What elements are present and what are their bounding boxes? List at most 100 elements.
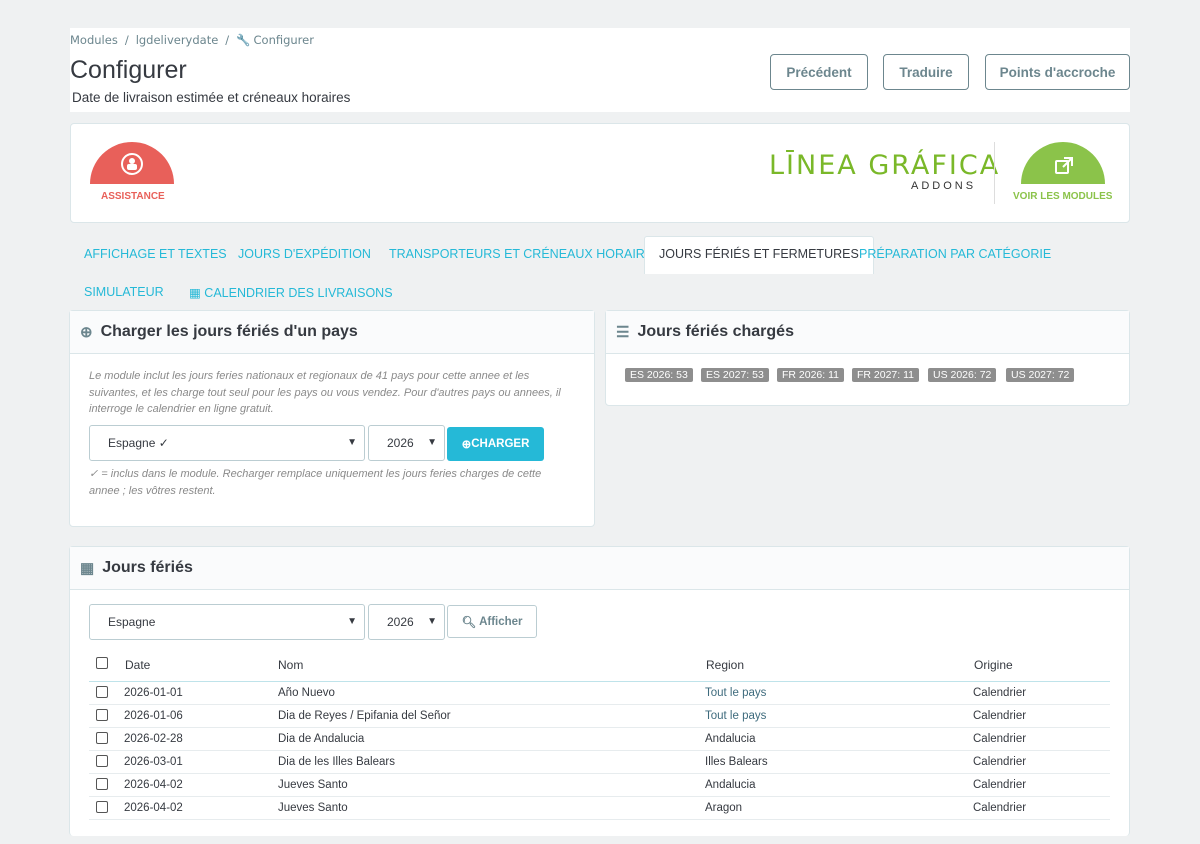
- cell-region: Illes Balears: [705, 756, 768, 768]
- previous-button[interactable]: Précédent: [770, 54, 868, 90]
- row-checkbox[interactable]: [96, 709, 108, 721]
- help-line: Le module inclut les jours feries nation…: [89, 370, 530, 382]
- loaded-holidays-title: Jours fériés chargés: [637, 323, 794, 340]
- tab-shipping-days[interactable]: JOURS D'EXPÉDITION: [238, 247, 371, 261]
- table-header: Date Nom Region Origine: [89, 654, 1110, 682]
- calendar-icon: ▦: [189, 286, 201, 300]
- tab-simulator[interactable]: SIMULATEUR: [84, 285, 164, 299]
- load-help-text: Le module inclut les jours feries nation…: [89, 368, 561, 418]
- breadcrumb-modules[interactable]: Modules: [70, 33, 118, 47]
- load-holidays-header: ⊕ Charger les jours fériés d'un pays: [70, 311, 594, 354]
- row-checkbox[interactable]: [96, 732, 108, 744]
- help-line: interroge le calendrier en ligne gratuit…: [89, 403, 274, 415]
- column-origin: Origine: [974, 658, 1013, 672]
- table-row: 2026-04-02 Jueves Santo Andalucia Calend…: [89, 774, 1110, 797]
- cell-name: Dia de les Illes Balears: [278, 756, 395, 768]
- page-header: Modules / lgdeliverydate / 🔧 Configurer Confi…: [70, 28, 1130, 112]
- cell-date: 2026-01-01: [124, 687, 183, 699]
- translate-button[interactable]: Traduire: [883, 54, 969, 90]
- load-note-text: ✓ = inclus dans le module. Recharger rem…: [89, 466, 541, 499]
- loaded-holidays-header: ☰ Jours fériés chargés: [606, 311, 1129, 354]
- modules-label[interactable]: VOIR LES MODULES: [1013, 191, 1112, 202]
- cell-name: Año Nuevo: [278, 687, 335, 699]
- assistance-label[interactable]: ASSISTANCE: [101, 191, 165, 202]
- addons-banner: ASSISTANCE LĪNEA GRÁFICA ADDONS VOIR LES…: [70, 123, 1130, 223]
- search-icon: 🔍︎: [461, 616, 477, 629]
- column-region: Region: [706, 658, 745, 672]
- select-all-checkbox[interactable]: [96, 657, 108, 669]
- breadcrumb-module[interactable]: lgdeliverydate: [136, 33, 219, 47]
- cell-origin: Calendrier: [973, 687, 1027, 699]
- cell-date: 2026-01-06: [124, 710, 183, 722]
- holidays-country-value: Espagne: [108, 615, 156, 629]
- cell-origin: Calendrier: [973, 733, 1027, 745]
- cell-region: Tout le pays: [705, 687, 767, 699]
- country-select-value: Espagne ✓: [108, 436, 169, 450]
- row-checkbox[interactable]: [96, 755, 108, 767]
- country-select[interactable]: Espagne ✓ ▼: [89, 425, 365, 461]
- cell-origin: Calendrier: [973, 802, 1027, 814]
- tab-holidays-closures[interactable]: JOURS FÉRIÉS ET FERMETURES: [644, 236, 874, 274]
- holidays-header: ▦ Jours fériés: [70, 547, 1129, 590]
- holidays-year-select[interactable]: 2026 ▼: [368, 604, 445, 640]
- holidays-year-value: 2026: [387, 615, 414, 629]
- cell-name: Jueves Santo: [278, 802, 348, 814]
- table-row: 2026-04-02 Jueves Santo Aragon Calendrie…: [89, 797, 1110, 820]
- holidays-country-select[interactable]: Espagne ▼: [89, 604, 365, 640]
- row-checkbox[interactable]: [96, 686, 108, 698]
- year-select-value: 2026: [387, 436, 414, 450]
- help-line: suivantes, et les charge tout seul pour …: [89, 386, 561, 399]
- cell-region: Andalucia: [705, 779, 756, 791]
- page-title: Configurer: [70, 56, 187, 84]
- table-row: 2026-01-01 Año Nuevo Tout le pays Calend…: [89, 682, 1110, 705]
- cell-date: 2026-03-01: [124, 756, 183, 768]
- cell-name: Dia de Reyes / Epifania del Señor: [278, 710, 451, 722]
- tab-category-preparation[interactable]: PRÉPARATION PAR CATÉGORIE: [859, 247, 1051, 261]
- cell-region: Tout le pays: [705, 710, 767, 722]
- charger-button[interactable]: ⊕ CHARGER: [447, 427, 544, 461]
- note-line: ✓ = inclus dans le module. Recharger rem…: [89, 468, 542, 480]
- loaded-badge: FR 2027: 11: [852, 368, 920, 382]
- loaded-badge: US 2027: 72: [1006, 368, 1075, 382]
- column-name: Nom: [278, 658, 304, 672]
- breadcrumb: Modules / lgdeliverydate / 🔧 Configurer: [70, 33, 314, 47]
- loaded-badge: US 2026: 72: [928, 368, 997, 382]
- note-line: annee ; les vôtres restent.: [89, 484, 216, 497]
- breadcrumb-current: Configurer: [253, 33, 314, 47]
- cell-origin: Calendrier: [973, 756, 1027, 768]
- cell-name: Jueves Santo: [278, 779, 348, 791]
- modules-button[interactable]: [1021, 142, 1105, 184]
- page-subtitle: Date de livraison estimée et créneaux ho…: [72, 90, 351, 105]
- cell-region: Aragon: [705, 802, 743, 814]
- column-date: Date: [125, 658, 151, 672]
- tab-display-texts[interactable]: AFFICHAGE ET TEXTES: [84, 247, 227, 261]
- cell-origin: Calendrier: [973, 779, 1027, 791]
- table-row: 2026-03-01 Dia de les Illes Balears Ille…: [89, 751, 1110, 774]
- chevron-down-icon: ▼: [347, 616, 357, 627]
- hooks-button[interactable]: Points d'accroche: [985, 54, 1130, 90]
- holidays-title: Jours fériés: [102, 559, 193, 576]
- table-row: 2026-02-28 Dia de Andalucia Andalucia Ca…: [89, 728, 1110, 751]
- load-holidays-panel: ⊕ Charger les jours fériés d'un pays Le …: [69, 310, 595, 527]
- cell-date: 2026-04-02: [124, 802, 183, 814]
- plus-circle-icon: ⊕: [461, 439, 472, 451]
- cell-origin: Calendrier: [973, 710, 1027, 722]
- loaded-badge: ES 2026: 53: [625, 368, 693, 382]
- cell-date: 2026-04-02: [124, 779, 183, 791]
- year-select[interactable]: 2026 ▼: [368, 425, 445, 461]
- wrench-icon: 🔧: [236, 33, 251, 47]
- cell-name: Dia de Andalucia: [278, 733, 365, 745]
- row-checkbox[interactable]: [96, 778, 108, 790]
- addons-logo-sub: ADDONS: [911, 180, 977, 192]
- external-link-icon: [1055, 157, 1073, 174]
- row-checkbox[interactable]: [96, 801, 108, 813]
- afficher-button[interactable]: 🔍︎ Afficher: [447, 605, 537, 638]
- cell-region: Andalucia: [705, 733, 756, 745]
- chevron-down-icon: ▼: [427, 437, 437, 448]
- assistance-button[interactable]: [90, 142, 174, 184]
- calendar-icon: ▦: [80, 560, 95, 577]
- loaded-badge: FR 2026: 11: [777, 368, 845, 382]
- tab-carriers-slots[interactable]: TRANSPORTEURS ET CRÉNEAUX HORAIRES: [389, 247, 662, 261]
- afficher-button-label: Afficher: [479, 615, 523, 628]
- tab-delivery-calendar[interactable]: ▦ CALENDRIER DES LIVRAISONS: [189, 285, 393, 300]
